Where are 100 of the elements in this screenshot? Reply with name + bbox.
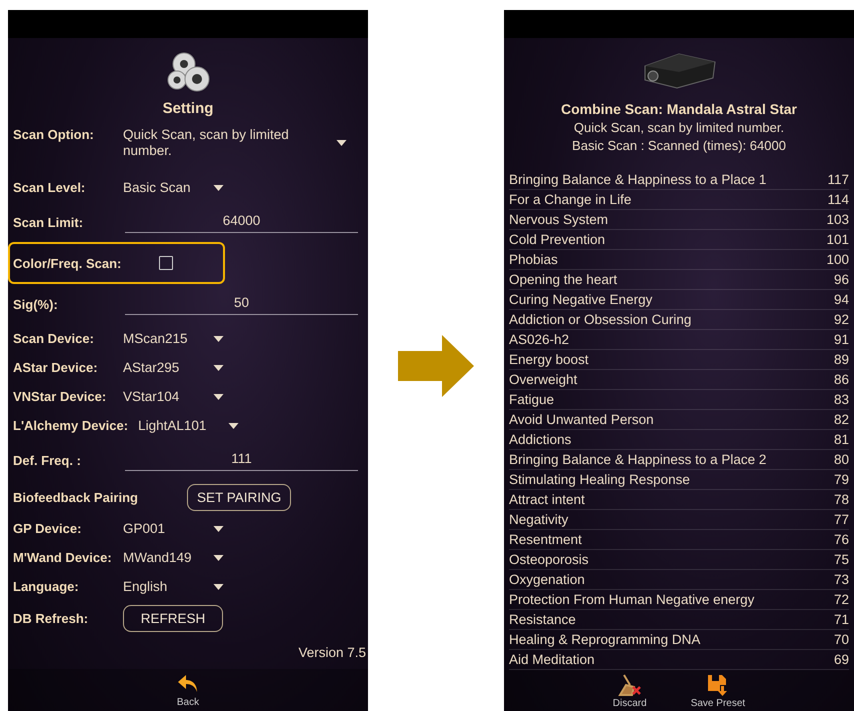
screen-title: Setting (162, 100, 214, 117)
result-count: 78 (834, 491, 849, 509)
result-name: Overweight (509, 371, 578, 389)
result-count: 81 (834, 431, 849, 449)
discard-label[interactable]: Discard (612, 698, 647, 710)
result-count: 94 (834, 291, 849, 309)
setting-label: L'Alchemy Device: (13, 418, 128, 433)
result-count: 96 (834, 271, 849, 289)
result-name: Aid Meditation (509, 651, 595, 669)
result-count: 101 (826, 231, 849, 249)
setting-label: Scan Option: (13, 127, 95, 142)
caret-icon (213, 584, 224, 590)
result-name: AS026-h2 (509, 331, 570, 349)
result-name: For a Change in Life (509, 191, 632, 209)
caret-icon (213, 336, 224, 342)
result-count: 100 (826, 251, 849, 269)
setting-label: GP Device: (13, 521, 82, 536)
setting-label: Sig(%): (13, 296, 59, 312)
dropdown[interactable]: Quick Scan, scan by limited number. (123, 127, 363, 159)
caret-icon (213, 364, 224, 370)
scan-info: Basic Scan : Scanned (times): 64000 (572, 138, 786, 153)
caret-icon (213, 394, 224, 400)
setting-label: Def. Freq. : (13, 452, 82, 468)
result-name: Oxygenation (509, 571, 585, 589)
right-arrow-icon (398, 335, 474, 397)
broom-icon[interactable] (618, 673, 642, 697)
input-field[interactable]: 64000 (125, 211, 358, 233)
setting-label: Color/Freq. Scan: (13, 256, 122, 270)
setting-label: DB Refresh: (13, 610, 90, 626)
result-name: Addictions (509, 431, 572, 449)
result-count: 76 (834, 531, 849, 549)
result-name: Phobias (509, 251, 558, 269)
caret-icon (213, 184, 224, 190)
setting-label: AStar Device: (13, 360, 99, 375)
result-name: Fatigue (509, 391, 554, 409)
caret-icon (213, 526, 224, 532)
result-count: 69 (834, 651, 849, 669)
result-count: 72 (834, 591, 849, 609)
result-name: Attract intent (509, 491, 585, 509)
caret-icon (228, 422, 240, 428)
setting-label: M'Wand Device: (13, 550, 113, 565)
result-name: Avoid Unwanted Person (509, 411, 654, 429)
result-count: 117 (827, 171, 849, 189)
setting-label: VNStar Device: (13, 389, 108, 404)
setting-label: Language: (13, 579, 80, 594)
dropdown[interactable]: LightAL101 (138, 418, 240, 433)
dropdown[interactable]: AStar295 (123, 360, 224, 375)
result-count: 77 (834, 511, 849, 529)
result-count: 73 (834, 571, 849, 589)
result-count: 82 (834, 411, 849, 429)
input-field[interactable]: 111 (125, 449, 358, 471)
result-name: Resentment (509, 531, 582, 549)
result-name: Negativity (509, 511, 568, 529)
result-name: Bringing Balance & Happiness to a Place 1 (509, 171, 766, 189)
action-button[interactable]: REFRESH (123, 604, 223, 632)
result-name: Curing Negative Energy (509, 291, 652, 309)
result-name: Resistance (509, 611, 576, 629)
result-count: 71 (834, 611, 849, 629)
result-name: Bringing Balance & Happiness to a Place 2 (509, 451, 766, 469)
action-button[interactable]: SET PAIRING (186, 484, 292, 510)
input-field[interactable]: 50 (125, 293, 358, 315)
checkbox[interactable] (159, 256, 174, 270)
dropdown[interactable]: MWand149 (123, 550, 224, 565)
scan-title: Combine Scan: Mandala Astral Star (561, 101, 797, 117)
result-name: Addiction or Obsession Curing (509, 311, 692, 329)
result-name: Nervous System (509, 211, 608, 229)
caret-icon (213, 554, 224, 560)
dropdown[interactable]: GP001 (123, 521, 224, 536)
setting-label: Scan Level: (13, 180, 86, 195)
result-count: 91 (834, 331, 849, 349)
result-count: 92 (834, 311, 849, 329)
back-label[interactable]: Back (176, 697, 200, 709)
dropdown[interactable]: VStar104 (123, 389, 224, 404)
caret-icon (336, 140, 347, 146)
result-count: 79 (834, 471, 849, 489)
dropdown[interactable]: MScan215 (123, 331, 224, 346)
result-name: Healing & Reprogramming DNA (509, 631, 700, 649)
result-name: Opening the heart (509, 271, 618, 289)
result-count: 80 (834, 451, 849, 469)
save-label[interactable]: Save Preset (690, 698, 746, 710)
result-count: 103 (826, 211, 849, 229)
dropdown[interactable]: Basic Scan (123, 180, 224, 195)
dropdown[interactable]: English (123, 579, 224, 594)
result-count: 70 (834, 631, 849, 649)
result-name: Cold Prevention (509, 231, 606, 249)
result-count: 89 (834, 351, 849, 369)
result-name: Energy boost (509, 351, 589, 369)
result-name: Protection From Human Negative energy (509, 591, 754, 609)
version-text: Version 7.5 (298, 645, 367, 660)
result-name: Stimulating Healing Response (509, 471, 690, 489)
result-count: 114 (827, 191, 849, 209)
scan-subtitle: Quick Scan, scan by limited number. (574, 120, 784, 135)
save-icon[interactable] (706, 673, 730, 697)
setting-label: Scan Device: (13, 331, 95, 346)
setting-label: Biofeedback Pairing (13, 490, 138, 504)
setting-label: Scan Limit: (13, 214, 84, 230)
result-count: 75 (834, 551, 849, 569)
result-count: 86 (834, 371, 849, 389)
result-name: Osteoporosis (509, 551, 589, 569)
result-count: 83 (834, 391, 849, 409)
